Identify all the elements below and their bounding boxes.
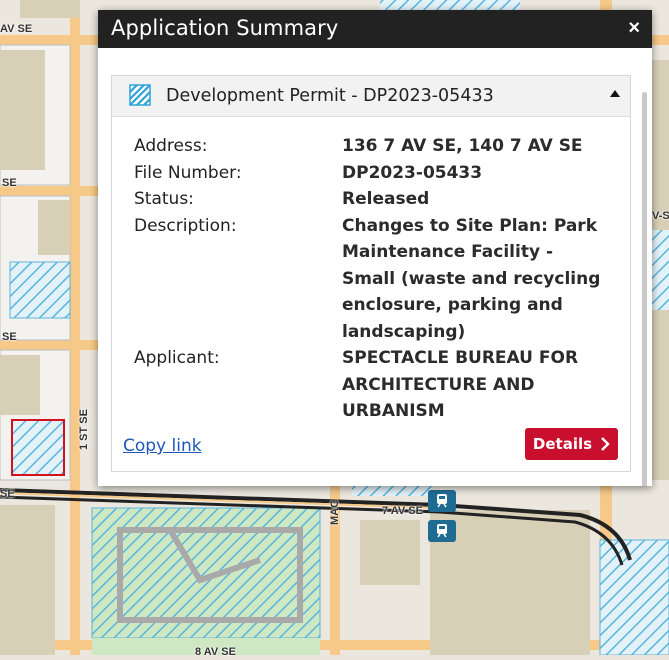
street-label: 1 ST SE — [78, 409, 90, 450]
close-button[interactable]: × — [628, 17, 640, 39]
permit-card: Development Permit - DP2023-05433 Addres… — [111, 75, 631, 472]
collapse-caret-icon[interactable] — [610, 90, 620, 97]
popup-title: Application Summary — [111, 16, 339, 40]
scrollbar[interactable] — [642, 92, 647, 486]
permit-hatch-icon — [129, 84, 151, 106]
field-row-file-number: File Number: DP2023-05433 — [134, 160, 614, 187]
chevron-right-icon — [601, 437, 610, 451]
field-label: Description: — [134, 215, 237, 236]
street-label: SE — [2, 177, 17, 189]
permit-card-title: Development Permit - DP2023-05433 — [166, 86, 494, 106]
details-button[interactable]: Details — [525, 428, 618, 460]
street-label: 7 AV SE — [382, 505, 423, 517]
street-label: SE — [2, 331, 17, 343]
street-label: 8 AV SE — [195, 646, 236, 658]
copy-link[interactable]: Copy link — [123, 436, 202, 456]
permit-card-header[interactable]: Development Permit - DP2023-05433 — [112, 76, 630, 117]
popup-header: Application Summary × — [98, 10, 652, 48]
permit-fields: Address: 136 7 AV SE, 140 7 AV SE File N… — [134, 133, 614, 425]
field-row-address: Address: 136 7 AV SE, 140 7 AV SE — [134, 133, 614, 160]
field-value: SPECTACLE BUREAU FOR ARCHITECTURE AND UR… — [342, 348, 579, 421]
street-label: AV SE — [0, 23, 33, 35]
street-label: SE — [0, 488, 15, 500]
field-row-description: Description: Changes to Site Plan: Park … — [134, 213, 614, 346]
train-icon[interactable] — [428, 490, 456, 512]
street-label: MAC — [329, 499, 341, 525]
details-button-label: Details — [532, 435, 593, 453]
field-row-applicant: Applicant: SPECTACLE BUREAU FOR ARCHITEC… — [134, 345, 614, 425]
field-value: 136 7 AV SE, 140 7 AV SE — [342, 136, 583, 156]
popup-body[interactable]: Development Permit - DP2023-05433 Addres… — [98, 48, 652, 486]
street-label: V-S — [652, 210, 669, 222]
field-row-status: Status: Released — [134, 186, 614, 213]
field-value: Changes to Site Plan: Park Maintenance F… — [342, 215, 601, 342]
field-value: DP2023-05433 — [342, 162, 483, 183]
field-value: Released — [342, 189, 430, 209]
field-label: File Number: — [134, 162, 242, 183]
field-label: Applicant: — [134, 348, 220, 368]
field-label: Status: — [134, 189, 194, 209]
field-label: Address: — [134, 136, 208, 156]
application-summary-popup: Application Summary × Development Permit… — [98, 10, 652, 486]
train-icon[interactable] — [428, 520, 456, 542]
